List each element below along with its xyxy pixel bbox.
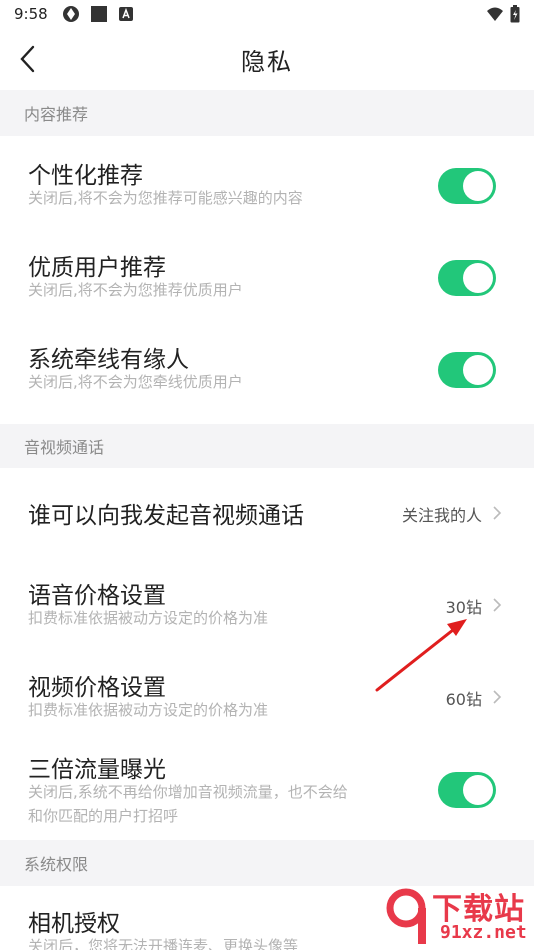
setting-title: 谁可以向我发起音视频通话: [28, 503, 304, 529]
setting-value: 30钻: [445, 598, 482, 617]
watermark-en: 91xz.net: [440, 922, 527, 943]
chevron-right-icon: [493, 690, 502, 704]
setting-subtitle: 关闭后,将不会为您牵线优质用户: [28, 373, 243, 391]
setting-title: 三倍流量曝光: [28, 757, 166, 783]
quality-user-toggle[interactable]: [438, 260, 496, 296]
toggle-knob: [463, 355, 493, 385]
setting-row-quality-user: 优质用户推荐 关闭后,将不会为您推荐优质用户: [0, 228, 534, 320]
page-title: 隐私: [241, 47, 293, 76]
setting-subtitle: 关闭后,将不会为您推荐优质用户: [28, 281, 243, 299]
status-time: 9:58: [14, 5, 48, 23]
setting-row-triple-exposure: 三倍流量曝光 关闭后,系统不再给你增加音视频流量，也不会给 和你匹配的用户打招呼: [0, 746, 534, 840]
back-chevron-icon: [20, 45, 35, 73]
watermark-logo-icon: [386, 888, 426, 944]
section-header-content: 内容推荐: [0, 90, 534, 136]
section-header-system: 系统权限: [0, 840, 534, 886]
setting-subtitle: 扣费标准依据被动方设定的价格为准: [28, 609, 269, 627]
triple-exposure-toggle[interactable]: [438, 772, 496, 808]
personalized-toggle[interactable]: [438, 168, 496, 204]
setting-subtitle: 关闭后，您将无法开播连麦、更换头像等: [28, 937, 299, 950]
setting-title: 视频价格设置: [28, 675, 166, 701]
site-watermark: 下载站 91xz.net: [384, 884, 534, 950]
setting-title: 优质用户推荐: [28, 255, 166, 281]
navigation-bar: 隐私: [0, 28, 534, 90]
setting-subtitle-line2: 和你匹配的用户打招呼: [28, 807, 179, 825]
setting-row-video-price[interactable]: 视频价格设置 扣费标准依据被动方设定的价格为准 60钻: [0, 652, 534, 746]
setting-subtitle: 关闭后,将不会为您推荐可能感兴趣的内容: [28, 189, 303, 207]
chevron-right-icon: [493, 598, 502, 612]
back-button[interactable]: [18, 42, 48, 76]
square-notification-icon: [90, 6, 107, 22]
setting-row-personalized: 个性化推荐 关闭后,将不会为您推荐可能感兴趣的内容: [0, 136, 534, 228]
matchmaking-toggle[interactable]: [438, 352, 496, 388]
section-header-av-call: 音视频通话: [0, 424, 534, 468]
setting-title: 个性化推荐: [28, 163, 143, 189]
setting-row-matchmaking: 系统牵线有缘人 关闭后,将不会为您牵线优质用户: [0, 320, 534, 416]
setting-subtitle: 扣费标准依据被动方设定的价格为准: [28, 701, 269, 719]
wifi-icon: [487, 7, 503, 21]
chevron-right-icon: [493, 506, 502, 520]
setting-subtitle-line1: 关闭后,系统不再给你增加音视频流量，也不会给: [28, 783, 348, 801]
setting-title: 系统牵线有缘人: [28, 347, 189, 373]
toggle-knob: [463, 171, 493, 201]
setting-value: 60钻: [445, 690, 482, 709]
setting-value: 关注我的人: [401, 506, 482, 525]
setting-row-voice-price[interactable]: 语音价格设置 扣费标准依据被动方设定的价格为准 30钻: [0, 556, 534, 652]
setting-row-who-can-call[interactable]: 谁可以向我发起音视频通话 关注我的人: [0, 468, 534, 556]
status-bar: 9:58: [0, 0, 534, 28]
battery-icon: [510, 5, 520, 23]
app-notification-icon: [62, 6, 79, 22]
setting-title: 语音价格设置: [28, 583, 166, 609]
a-notification-icon: [118, 7, 133, 21]
toggle-knob: [463, 263, 493, 293]
setting-title: 相机授权: [28, 911, 120, 937]
toggle-knob: [463, 775, 493, 805]
